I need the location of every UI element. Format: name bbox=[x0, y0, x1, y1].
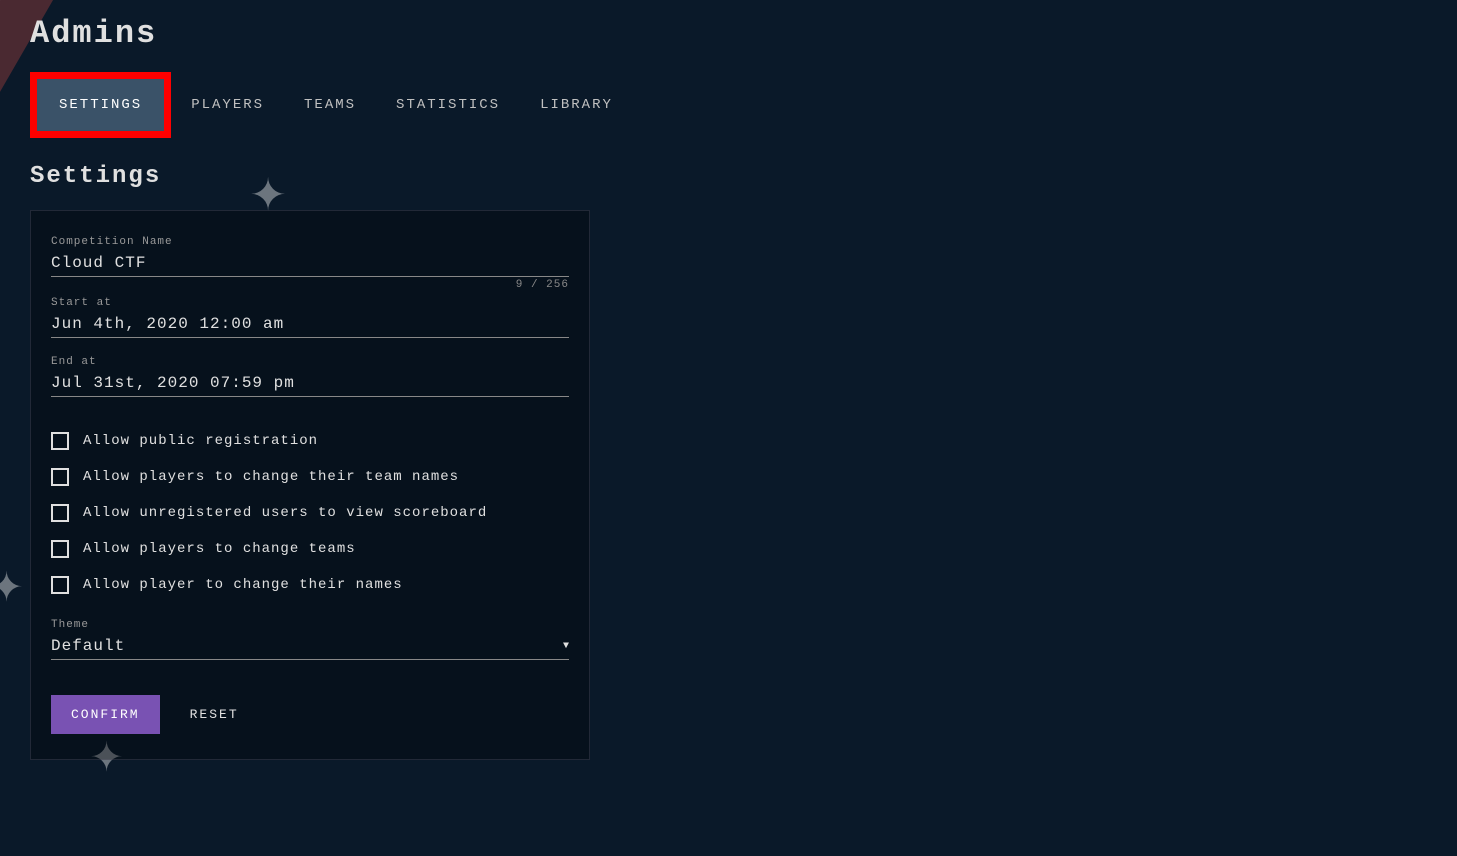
start-at-input[interactable] bbox=[51, 315, 569, 333]
competition-name-input[interactable] bbox=[51, 254, 569, 272]
end-at-label: End at bbox=[51, 356, 569, 368]
theme-field: Theme Default ▼ bbox=[51, 619, 569, 660]
char-count: 9 / 256 bbox=[516, 279, 569, 291]
theme-label: Theme bbox=[51, 619, 569, 631]
checkbox-change-teams[interactable]: Allow players to change teams bbox=[51, 540, 569, 558]
tab-navigation: SETTINGS PLAYERS TEAMS STATISTICS LIBRAR… bbox=[30, 72, 1427, 138]
checkbox-icon bbox=[51, 468, 69, 486]
tab-teams[interactable]: TEAMS bbox=[284, 79, 376, 131]
chevron-down-icon: ▼ bbox=[563, 641, 569, 652]
checkbox-unregistered-scoreboard[interactable]: Allow unregistered users to view scorebo… bbox=[51, 504, 569, 522]
confirm-button[interactable]: CONFIRM bbox=[51, 695, 160, 734]
competition-name-label: Competition Name bbox=[51, 236, 569, 248]
button-row: CONFIRM RESET bbox=[51, 695, 569, 734]
checkbox-icon bbox=[51, 432, 69, 450]
settings-panel: Competition Name 9 / 256 Start at End at… bbox=[30, 210, 590, 760]
start-at-field: 9 / 256 Start at bbox=[51, 297, 569, 338]
checkbox-label: Allow unregistered users to view scorebo… bbox=[83, 505, 487, 521]
start-at-label: Start at bbox=[51, 297, 569, 309]
checkbox-label: Allow players to change teams bbox=[83, 541, 356, 557]
end-at-field: End at bbox=[51, 356, 569, 397]
theme-select[interactable]: Default ▼ bbox=[51, 637, 569, 655]
checkbox-label: Allow player to change their names bbox=[83, 577, 403, 593]
checkbox-change-names[interactable]: Allow player to change their names bbox=[51, 576, 569, 594]
tab-settings[interactable]: SETTINGS bbox=[37, 79, 164, 131]
checkbox-group: Allow public registration Allow players … bbox=[51, 432, 569, 594]
checkbox-label: Allow public registration bbox=[83, 433, 318, 449]
checkbox-change-team-names[interactable]: Allow players to change their team names bbox=[51, 468, 569, 486]
checkbox-icon bbox=[51, 576, 69, 594]
tab-library[interactable]: LIBRARY bbox=[520, 79, 633, 131]
checkbox-public-registration[interactable]: Allow public registration bbox=[51, 432, 569, 450]
end-at-input[interactable] bbox=[51, 374, 569, 392]
tab-players[interactable]: PLAYERS bbox=[171, 79, 284, 131]
page-title: Admins bbox=[30, 15, 1427, 52]
tab-highlight-box: SETTINGS bbox=[30, 72, 171, 138]
checkbox-label: Allow players to change their team names bbox=[83, 469, 459, 485]
section-title: Settings bbox=[30, 163, 1427, 190]
checkbox-icon bbox=[51, 540, 69, 558]
competition-name-field: Competition Name bbox=[51, 236, 569, 277]
checkbox-icon bbox=[51, 504, 69, 522]
tab-statistics[interactable]: STATISTICS bbox=[376, 79, 520, 131]
theme-value: Default bbox=[51, 637, 125, 655]
reset-button[interactable]: RESET bbox=[180, 695, 249, 734]
